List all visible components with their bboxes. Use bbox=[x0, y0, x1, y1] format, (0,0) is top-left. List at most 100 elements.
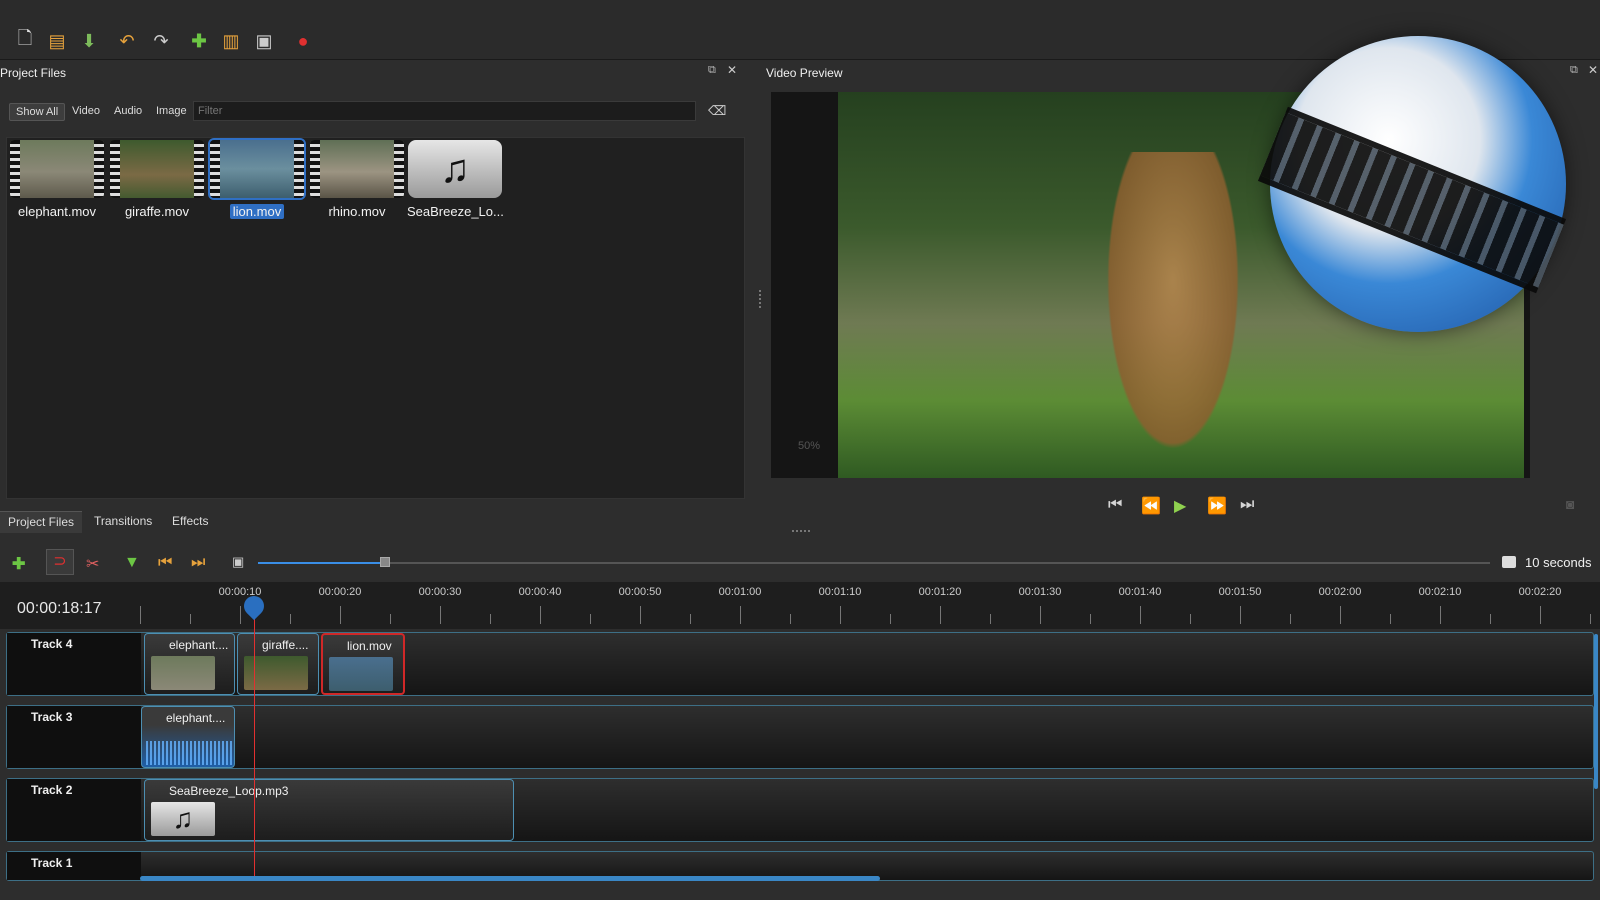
panel-splitter[interactable] bbox=[759, 290, 761, 308]
import-files-icon[interactable]: ✚ bbox=[188, 30, 210, 52]
horizontal-scrollbar[interactable] bbox=[140, 876, 880, 881]
file-item-elephant[interactable]: elephant.mov bbox=[9, 140, 105, 224]
ruler-tick bbox=[1590, 614, 1591, 624]
track-3[interactable]: Track 3 elephant.... bbox=[6, 705, 1594, 769]
timeline-clip-seabreeze[interactable]: SeaBreeze_Loop.mp3 ♫ bbox=[144, 779, 514, 841]
fast-forward-icon[interactable]: ⏩ bbox=[1207, 496, 1227, 516]
filter-tab-audio[interactable]: Audio bbox=[108, 103, 148, 121]
undo-icon[interactable]: ↶ bbox=[116, 30, 138, 52]
video-thumbnail bbox=[10, 140, 104, 198]
next-marker-icon[interactable]: ⏭ bbox=[191, 554, 205, 572]
profile-icon[interactable]: ▥ bbox=[220, 30, 242, 52]
ruler-tick bbox=[640, 606, 641, 624]
ruler-tick bbox=[340, 606, 341, 624]
add-marker-icon[interactable]: ▼ bbox=[124, 554, 140, 572]
ruler-label: 00:01:30 bbox=[1018, 586, 1062, 598]
video-thumbnail bbox=[310, 140, 404, 198]
filter-tab-show-all[interactable]: Show All bbox=[9, 103, 66, 121]
ruler-label: 00:00:20 bbox=[318, 586, 362, 598]
giraffe-figure bbox=[1098, 152, 1248, 472]
ruler-label: 00:01:00 bbox=[718, 586, 762, 598]
ruler-tick bbox=[240, 606, 241, 624]
zoom-slider-track[interactable] bbox=[258, 562, 1490, 564]
music-note-icon: ♫ bbox=[408, 140, 502, 198]
panel-splitter[interactable] bbox=[792, 530, 810, 532]
clip-thumbnail bbox=[329, 657, 393, 691]
close-panel-icon[interactable]: ✕ bbox=[727, 63, 737, 77]
zoom-label: 10 seconds bbox=[1525, 555, 1592, 570]
filter-tab-image[interactable]: Image bbox=[150, 103, 193, 121]
timeline-clip-elephant[interactable]: elephant.... bbox=[144, 633, 235, 695]
zoom-level: 50% bbox=[798, 440, 821, 452]
tab-transitions[interactable]: Transitions bbox=[86, 511, 160, 533]
previous-marker-icon[interactable]: ⏮ bbox=[158, 554, 172, 572]
ruler-tick bbox=[840, 606, 841, 624]
save-project-icon[interactable]: ⬇ bbox=[78, 30, 100, 52]
ruler-label: 00:01:40 bbox=[1118, 586, 1162, 598]
ruler-tick bbox=[540, 606, 541, 624]
close-panel-icon[interactable]: ✕ bbox=[1588, 63, 1598, 77]
new-project-icon[interactable]: 🗋 bbox=[14, 28, 36, 52]
file-item-giraffe[interactable]: giraffe.mov bbox=[109, 140, 205, 224]
track-name: Track 4 bbox=[7, 633, 141, 695]
open-project-icon[interactable]: ▤ bbox=[46, 30, 68, 52]
ruler-tick bbox=[1440, 606, 1441, 624]
ruler-label: 00:00:30 bbox=[418, 586, 462, 598]
camera-icon[interactable]: ◙ bbox=[1566, 496, 1574, 512]
clip-thumbnail bbox=[151, 656, 215, 690]
jump-end-icon[interactable]: ⏭ bbox=[1240, 496, 1254, 514]
filter-input[interactable] bbox=[193, 101, 696, 121]
current-timecode: 00:00:18:17 bbox=[17, 600, 102, 617]
ruler-tick bbox=[1540, 606, 1541, 624]
clip-title: SeaBreeze_Loop.mp3 bbox=[169, 784, 289, 798]
filter-tab-video[interactable]: Video bbox=[66, 103, 106, 121]
ruler-tick bbox=[940, 606, 941, 624]
timeline-clip-elephant-waveform[interactable]: elephant.... bbox=[141, 706, 235, 768]
track-4[interactable]: Track 4 elephant.... giraffe.... lion.mo… bbox=[6, 632, 1594, 696]
clip-title: elephant.... bbox=[166, 711, 226, 725]
float-panel-icon[interactable]: ⧉ bbox=[708, 64, 716, 77]
project-files-list: elephant.mov giraffe.mov lion.mov rhino.… bbox=[6, 137, 745, 499]
jump-start-icon[interactable]: ⏮ bbox=[1108, 496, 1122, 514]
ruler-tick bbox=[440, 606, 441, 624]
tab-project-files[interactable]: Project Files bbox=[0, 511, 83, 533]
rewind-icon[interactable]: ⏪ bbox=[1141, 496, 1161, 516]
clip-title: lion.mov bbox=[347, 639, 392, 653]
clip-title: giraffe.... bbox=[262, 638, 309, 652]
zoom-slider-handle[interactable] bbox=[380, 557, 390, 567]
timeline-clip-lion[interactable]: lion.mov bbox=[321, 633, 405, 695]
snapping-icon[interactable]: ⊃ bbox=[46, 549, 74, 575]
file-item-lion[interactable]: lion.mov bbox=[208, 138, 306, 224]
ruler-tick bbox=[1190, 614, 1191, 624]
ruler-tick bbox=[1490, 614, 1491, 624]
center-timeline-icon[interactable]: ▣ bbox=[232, 554, 244, 570]
video-thumbnail bbox=[208, 138, 306, 200]
redo-icon[interactable]: ↷ bbox=[150, 30, 172, 52]
file-item-rhino[interactable]: rhino.mov bbox=[309, 140, 405, 224]
play-icon[interactable]: ▶ bbox=[1174, 496, 1186, 516]
ruler-tick bbox=[890, 614, 891, 624]
video-preview-title: Video Preview bbox=[766, 66, 843, 80]
ruler-label: 00:01:20 bbox=[918, 586, 962, 598]
ruler-tick bbox=[690, 614, 691, 624]
tab-effects[interactable]: Effects bbox=[164, 511, 216, 533]
add-track-icon[interactable]: ✚ bbox=[12, 554, 25, 574]
zoom-icon bbox=[1502, 556, 1516, 568]
track-2[interactable]: Track 2 SeaBreeze_Loop.mp3 ♫ bbox=[6, 778, 1594, 842]
fullscreen-icon[interactable]: ▣ bbox=[253, 30, 275, 52]
razor-icon[interactable]: ✂ bbox=[86, 554, 99, 574]
music-note-icon: ♫ bbox=[151, 802, 215, 836]
timeline-clip-giraffe[interactable]: giraffe.... bbox=[237, 633, 319, 695]
file-item-seabreeze[interactable]: ♫ SeaBreeze_Lo... bbox=[407, 140, 504, 224]
export-icon[interactable]: ● bbox=[292, 30, 314, 52]
ruler-label: 00:00:40 bbox=[518, 586, 562, 598]
ruler-tick bbox=[490, 614, 491, 624]
clear-filter-icon[interactable]: ⌫ bbox=[708, 103, 726, 119]
ruler-tick bbox=[740, 606, 741, 624]
ruler-tick bbox=[1290, 614, 1291, 624]
float-panel-icon[interactable]: ⧉ bbox=[1570, 64, 1578, 77]
vertical-scrollbar[interactable] bbox=[1594, 634, 1598, 789]
ruler-label: 00:01:10 bbox=[818, 586, 862, 598]
ruler-tick bbox=[590, 614, 591, 624]
file-name: lion.mov bbox=[229, 204, 285, 219]
